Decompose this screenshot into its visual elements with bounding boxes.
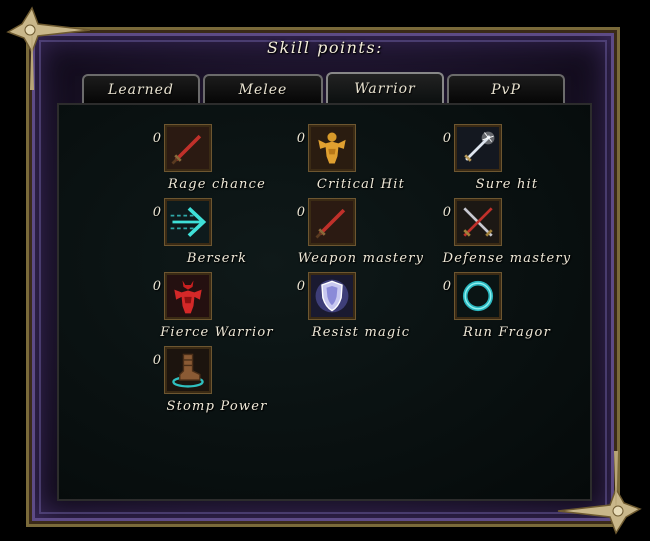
tab-warrior[interactable]: Warrior (326, 72, 444, 104)
crossed-swords-icon[interactable] (454, 198, 502, 246)
skill-points-count: 0 (442, 205, 451, 220)
skill-points-count: 0 (152, 205, 161, 220)
red-demon-warrior-icon[interactable] (164, 272, 212, 320)
glowing-sword-icon[interactable] (454, 124, 502, 172)
skill-points-count: 0 (152, 131, 161, 146)
red-sword-icon[interactable] (308, 198, 356, 246)
tab-pvp[interactable]: PvP (447, 74, 565, 104)
cyan-ring-icon[interactable] (454, 272, 502, 320)
tab-melee[interactable]: Melee (203, 74, 323, 104)
skill-label: Stomp Power (166, 399, 268, 414)
skill-defense-mastery: 0 Defense mastery (437, 198, 577, 271)
skill-points-count: 0 (152, 279, 161, 294)
skill-run-fragor: 0 Run Fragor (437, 272, 577, 345)
skill-weapon-mastery: 0 Weapon mastery (291, 198, 431, 271)
skill-fierce-warrior: 0 Fierce Warrior (147, 272, 287, 345)
skill-label: Sure hit (475, 177, 539, 192)
skill-rage-chance: 0 Rage chance (147, 124, 287, 197)
skill-critical-hit: 0 Critical Hit (291, 124, 431, 197)
stomping-boot-icon[interactable] (164, 346, 212, 394)
glowing-shield-icon[interactable] (308, 272, 356, 320)
skill-category-tabs: Learned Melee Warrior PvP (82, 72, 565, 104)
skill-points-count: 0 (442, 131, 451, 146)
red-sword-icon[interactable] (164, 124, 212, 172)
cyan-arrow-icon[interactable] (164, 198, 212, 246)
skill-berserk: 0 Berserk (147, 198, 287, 271)
tab-learned[interactable]: Learned (82, 74, 200, 104)
skill-stomp-power: 0 Stomp Power (147, 346, 287, 419)
skill-label: Run Fragor (462, 325, 551, 340)
skill-points-count: 0 (296, 131, 305, 146)
skill-points-count: 0 (296, 205, 305, 220)
muscular-warrior-icon[interactable] (308, 124, 356, 172)
skill-points-count: 0 (442, 279, 451, 294)
skill-points-count: 0 (152, 353, 161, 368)
skill-points-label: Skill points: (267, 38, 383, 57)
skill-label: Defense mastery (442, 251, 572, 266)
skill-sure-hit: 0 Sure hit (437, 124, 577, 197)
skill-points-count: 0 (296, 279, 305, 294)
skill-resist-magic: 0 Resist magic (291, 272, 431, 345)
skills-panel: 0 Rage chance 0 Critical Hit 0 Sure hit … (57, 103, 592, 501)
